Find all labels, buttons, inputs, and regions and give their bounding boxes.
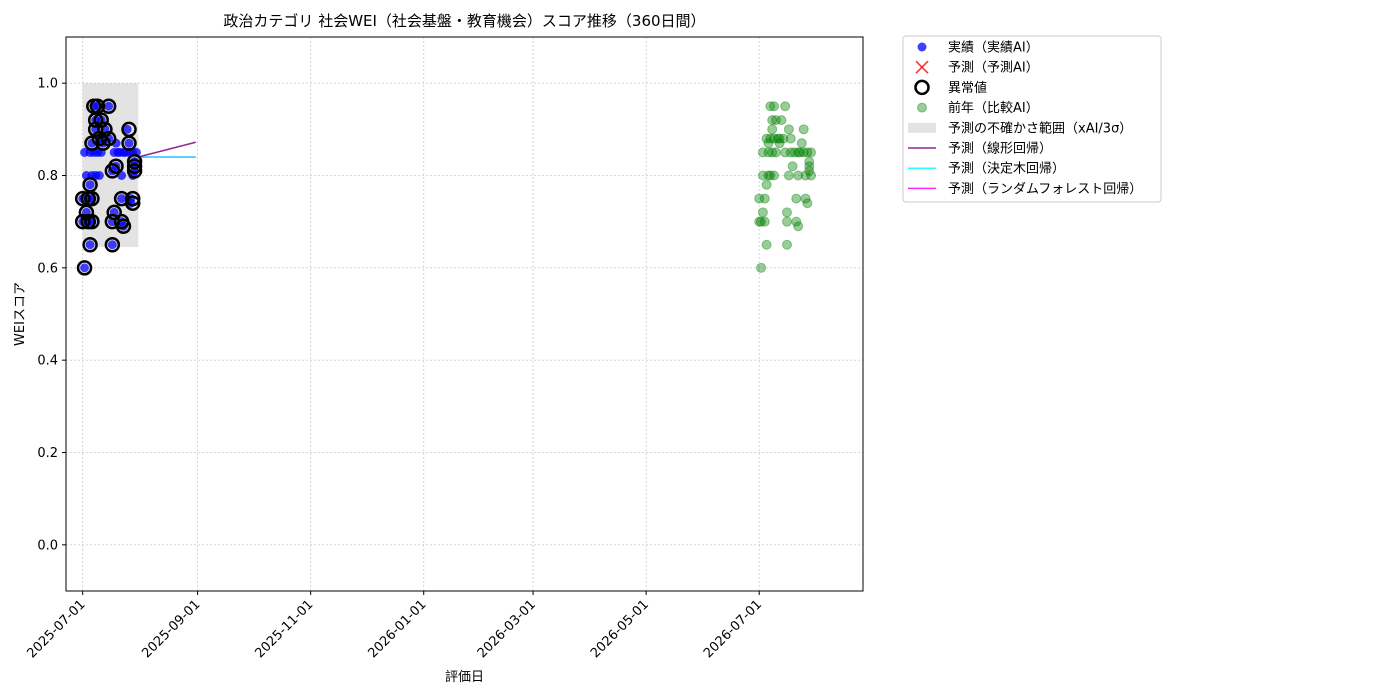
prev-year-point: [783, 170, 794, 181]
actual-point: [124, 138, 134, 148]
prev-year-point: [759, 216, 770, 227]
x-tick-label: 2026-03-01: [475, 597, 539, 661]
prev-year-point: [761, 179, 772, 190]
prev-year-point: [782, 239, 793, 250]
prediction-lines-layer: [138, 141, 196, 158]
prev-year-point: [791, 193, 802, 204]
prev-year-point: [782, 207, 793, 218]
actual-point: [107, 240, 117, 250]
x-tick-label: 2025-07-01: [24, 597, 88, 661]
prev-year-point: [767, 124, 778, 135]
prev-year-point: [798, 124, 809, 135]
y-axis-ticks: 0.0 0.2 0.4 0.6 0.8 1.0: [37, 77, 66, 553]
prev-year-point: [780, 101, 791, 112]
y-tick-label: 0.6: [37, 261, 58, 276]
prev-year-point: [806, 147, 817, 158]
x-tick-label: 2026-07-01: [701, 597, 765, 661]
prev-year-point: [757, 207, 768, 218]
y-axis-label: WEIスコア: [13, 282, 28, 346]
prev-year-point: [769, 101, 780, 112]
y-tick-label: 0.2: [37, 446, 58, 461]
x-axis-label: 評価日: [445, 670, 484, 685]
legend-uncertainty-swatch: [908, 122, 936, 133]
prev-year-point: [756, 262, 767, 273]
x-tick-label: 2025-09-01: [139, 597, 203, 661]
legend-label: 前年（比較AI）: [948, 100, 1039, 116]
prev-year-point: [783, 124, 794, 135]
y-tick-label: 0.8: [37, 169, 58, 184]
prev-year-point: [785, 133, 796, 144]
prev-year-point: [769, 170, 780, 181]
y-tick-label: 0.0: [37, 538, 58, 553]
legend-label: 予測（予測AI）: [948, 61, 1039, 76]
x-tick-label: 2026-05-01: [588, 597, 652, 661]
legend-label: 予測（ランダムフォレスト回帰）: [948, 181, 1142, 197]
legend-label: 予測（線形回帰）: [948, 141, 1052, 157]
y-tick-label: 0.4: [37, 354, 58, 369]
prev-year-point: [759, 193, 770, 204]
actual-point: [85, 240, 95, 250]
x-axis-ticks: 2025-07-01 2025-09-01 2025-11-01 2026-01-01…: [24, 591, 765, 661]
grid-layer: [66, 37, 863, 591]
legend: 実績（実績AI） 予測（予測AI） 異常値前年（比較AI） 予測の不確かさ範囲（xAI…: [902, 35, 1162, 203]
legend-label: 異常値: [948, 80, 987, 96]
prev-year-point: [793, 221, 804, 232]
actual-point: [104, 101, 114, 111]
linear-regression-line: [138, 141, 196, 158]
prev-year-point: [806, 170, 817, 181]
chart-figure: 0.00.20.40.60.81.0 2025-07-01 2025-09-01 2…: [13, 12, 1162, 685]
prev-year-point: [761, 239, 772, 250]
prev-year-point: [796, 138, 807, 149]
data-points-layer: [74, 98, 817, 276]
actual-point: [94, 171, 104, 180]
actual-point: [85, 180, 95, 190]
x-tick-label: 2025-11-01: [252, 597, 316, 661]
prev-year-point: [802, 198, 813, 209]
chart-title: 政治カテゴリ 社会WEI（社会基盤・教育機会）スコア推移（360日間）: [223, 12, 705, 30]
legend-label: 予測（決定木回帰）: [948, 161, 1065, 177]
legend-label: 実績（実績AI）: [948, 40, 1039, 56]
prev-year-point: [776, 115, 787, 126]
x-tick-label: 2026-01-01: [366, 597, 430, 661]
legend-prev-year-swatch: [917, 102, 927, 113]
legend-actual-swatch: [917, 42, 927, 52]
actual-point: [80, 263, 90, 273]
plot-area-frame: [65, 36, 864, 592]
prev-year-point: [787, 161, 798, 172]
prev-year-point: [782, 216, 793, 227]
y-tick-label: 1.0: [37, 77, 58, 92]
legend-label: 予測の不確かさ範囲（xAI/3σ）: [948, 120, 1132, 136]
actual-point: [117, 194, 127, 204]
prev-year-point: [770, 147, 781, 158]
